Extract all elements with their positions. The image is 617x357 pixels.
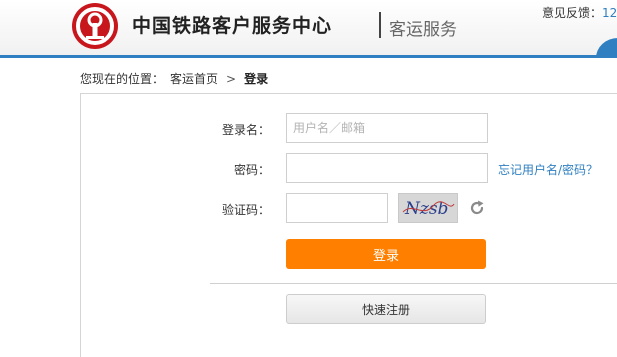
quick-register-button[interactable]: 快速注册 [286,294,486,324]
breadcrumb-separator: > [226,72,237,86]
site-header: 中国铁路客户服务中心 客运服务 意见反馈：123 [0,0,617,58]
form-divider [210,283,617,284]
captcha-input[interactable] [286,193,388,223]
refresh-icon[interactable] [468,199,486,217]
title-divider [379,12,381,38]
password-label: 密码： [233,163,270,177]
captcha-image-graphic: Nzsb [402,199,455,219]
forgot-password-link[interactable]: 忘记用户名/密码？ [498,161,598,178]
breadcrumb-current: 登录 [244,72,269,86]
breadcrumb: 您现在的位置： 客运首页 > 登录 [80,70,268,87]
railway-logo-icon[interactable] [72,3,118,49]
login-button[interactable]: 登录 [286,239,486,269]
feedback-contact-link[interactable]: 123 [602,6,617,20]
site-title: 中国铁路客户服务中心 [132,15,333,37]
username-input[interactable] [286,113,488,143]
breadcrumb-home-link[interactable]: 客运首页 [170,72,218,86]
service-name: 客运服务 [389,20,457,40]
feedback: 意见反馈：123 [542,4,617,21]
captcha-label: 验证码： [221,203,270,217]
breadcrumb-prefix: 您现在的位置： [80,72,165,86]
header-corner-tab [596,38,617,58]
feedback-label: 意见反馈： [542,6,603,20]
captcha-image[interactable]: Nzsb [398,193,458,223]
username-label: 登录名： [221,123,270,137]
password-input[interactable] [286,153,488,183]
